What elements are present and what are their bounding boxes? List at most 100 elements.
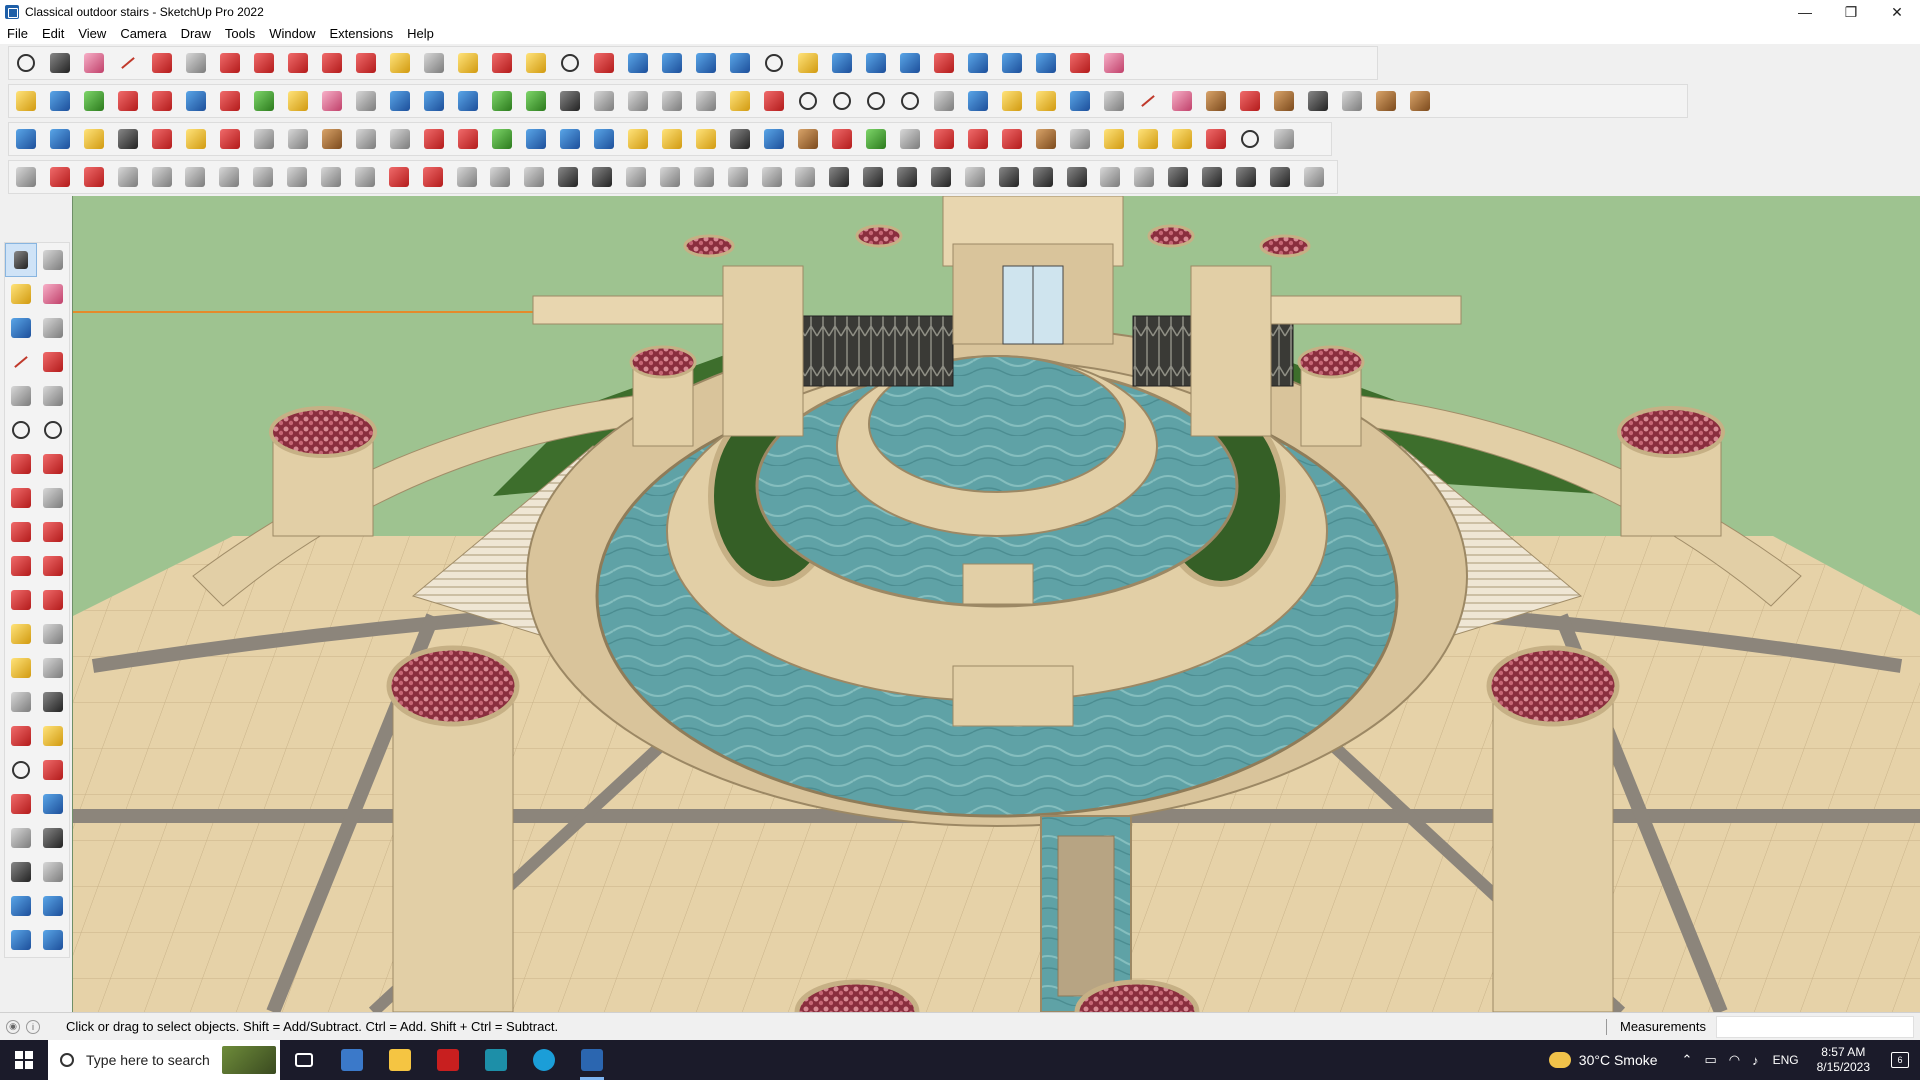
house-icon[interactable] (556, 87, 584, 115)
profile-23-icon[interactable] (893, 163, 921, 191)
profile-3-icon[interactable] (215, 163, 243, 191)
wall-icon[interactable] (114, 163, 142, 191)
profile-11-icon[interactable] (486, 163, 514, 191)
extension-warehouse-icon[interactable] (658, 49, 686, 77)
flame-icon[interactable] (590, 125, 618, 153)
profile-12-icon[interactable] (520, 163, 548, 191)
circle-tool-icon[interactable] (5, 413, 37, 447)
search-highlight-image[interactable] (222, 1046, 276, 1074)
profile-32-icon[interactable] (1198, 163, 1226, 191)
menu-help[interactable]: Help (400, 24, 441, 44)
axes-icon[interactable] (862, 49, 890, 77)
two-point-arc-icon[interactable] (37, 447, 69, 481)
menu-draw[interactable]: Draw (174, 24, 218, 44)
calculator-app[interactable] (328, 1040, 376, 1080)
flag-icon[interactable] (284, 125, 312, 153)
undo-icon[interactable] (1032, 49, 1060, 77)
gears-2-icon[interactable] (964, 125, 992, 153)
warning-icon[interactable] (624, 125, 652, 153)
profile-2-icon[interactable] (181, 163, 209, 191)
profile-20-icon[interactable] (791, 163, 819, 191)
parallelogram-icon[interactable] (930, 87, 958, 115)
wifi-icon[interactable]: ◠ (1729, 1052, 1740, 1068)
solid-union-icon[interactable] (386, 87, 414, 115)
profile-30-icon[interactable] (1130, 163, 1158, 191)
volume-icon[interactable]: ♪ (1752, 1053, 1759, 1068)
arc-tool-icon[interactable] (964, 87, 992, 115)
orbit-icon[interactable] (488, 49, 516, 77)
box-icon[interactable] (318, 125, 346, 153)
profile-21-icon[interactable] (825, 163, 853, 191)
profile-22-icon[interactable] (859, 163, 887, 191)
push-pull-icon[interactable] (216, 49, 244, 77)
send-to-layout-icon[interactable] (794, 49, 822, 77)
move-tool-icon[interactable] (5, 515, 37, 549)
extension-manager-icon[interactable] (726, 49, 754, 77)
zoom-icon[interactable] (556, 49, 584, 77)
move-icon[interactable] (284, 49, 312, 77)
3ds-max-app[interactable] (472, 1040, 520, 1080)
pie-icon[interactable] (37, 481, 69, 515)
scale-tool-icon[interactable] (5, 583, 37, 617)
select-tool-icon[interactable] (46, 49, 74, 77)
profile-28-icon[interactable] (1063, 163, 1091, 191)
menu-camera[interactable]: Camera (113, 24, 173, 44)
plane-blue-icon[interactable] (12, 125, 40, 153)
function-icon[interactable] (692, 87, 720, 115)
profile-4-icon[interactable] (249, 163, 277, 191)
dimension-tool-icon[interactable] (37, 617, 69, 651)
cluster-icon[interactable] (1032, 125, 1060, 153)
language-indicator[interactable]: ENG (1773, 1053, 1799, 1067)
profile-31-icon[interactable] (1164, 163, 1192, 191)
sheet-green-icon[interactable] (862, 125, 890, 153)
profile-15-icon[interactable] (622, 163, 650, 191)
zoom-tool-left-icon[interactable] (5, 753, 37, 787)
cross-blue-icon[interactable] (522, 125, 550, 153)
upload-icon[interactable] (896, 49, 924, 77)
circle-icon[interactable] (794, 87, 822, 115)
pan-tool-icon[interactable] (37, 719, 69, 753)
rotated-rectangle-icon[interactable] (37, 379, 69, 413)
axes-tool-icon[interactable] (5, 685, 37, 719)
no-lasso-icon[interactable] (692, 125, 720, 153)
measurements-input[interactable] (1716, 1016, 1914, 1038)
display-section-icon[interactable] (37, 889, 69, 923)
minimize-button[interactable]: — (1782, 0, 1828, 24)
file-explorer-app[interactable] (376, 1040, 424, 1080)
add-detail-icon[interactable] (250, 87, 278, 115)
paint-bucket-tool-icon[interactable] (5, 277, 37, 311)
chevron-up-icon[interactable]: ⌃ (1682, 1052, 1693, 1068)
profile-33-icon[interactable] (1232, 163, 1260, 191)
rotate-tool-icon[interactable] (5, 549, 37, 583)
oval-icon[interactable] (896, 87, 924, 115)
zoom-extents-tool-icon[interactable] (5, 787, 37, 821)
profile-9-icon[interactable] (419, 163, 447, 191)
stamp-icon[interactable] (148, 87, 176, 115)
make-component-icon[interactable] (37, 243, 69, 277)
line-red-icon[interactable] (1134, 87, 1162, 115)
sketchup-taskbar-app[interactable] (568, 1040, 616, 1080)
solid-subtract-icon[interactable] (420, 87, 448, 115)
display-icon[interactable]: ▭ (1704, 1052, 1716, 1068)
profile-34-icon[interactable] (1266, 163, 1294, 191)
flip-edge-icon[interactable] (284, 87, 312, 115)
menu-window[interactable]: Window (262, 24, 322, 44)
menu-edit[interactable]: Edit (35, 24, 71, 44)
sample-paint-icon[interactable] (37, 311, 69, 345)
iso-view-icon[interactable] (12, 87, 40, 115)
profile-8-icon[interactable] (385, 163, 413, 191)
corner-icon[interactable] (386, 125, 414, 153)
offset-icon[interactable] (1100, 87, 1128, 115)
vertex-icon[interactable] (760, 125, 788, 153)
push-pull-tool-icon[interactable] (37, 515, 69, 549)
menu-extensions[interactable]: Extensions (323, 24, 401, 44)
drape-icon[interactable] (182, 87, 210, 115)
edge-app[interactable] (520, 1040, 568, 1080)
geo-location-icon[interactable]: ◉ (6, 1019, 20, 1034)
profile-25-icon[interactable] (961, 163, 989, 191)
zoom-extents-icon[interactable] (590, 49, 618, 77)
house-outline-icon[interactable] (590, 87, 618, 115)
smoove-icon[interactable] (216, 87, 244, 115)
sheet-gray-icon[interactable] (896, 125, 924, 153)
polygon-tool-icon[interactable] (37, 413, 69, 447)
